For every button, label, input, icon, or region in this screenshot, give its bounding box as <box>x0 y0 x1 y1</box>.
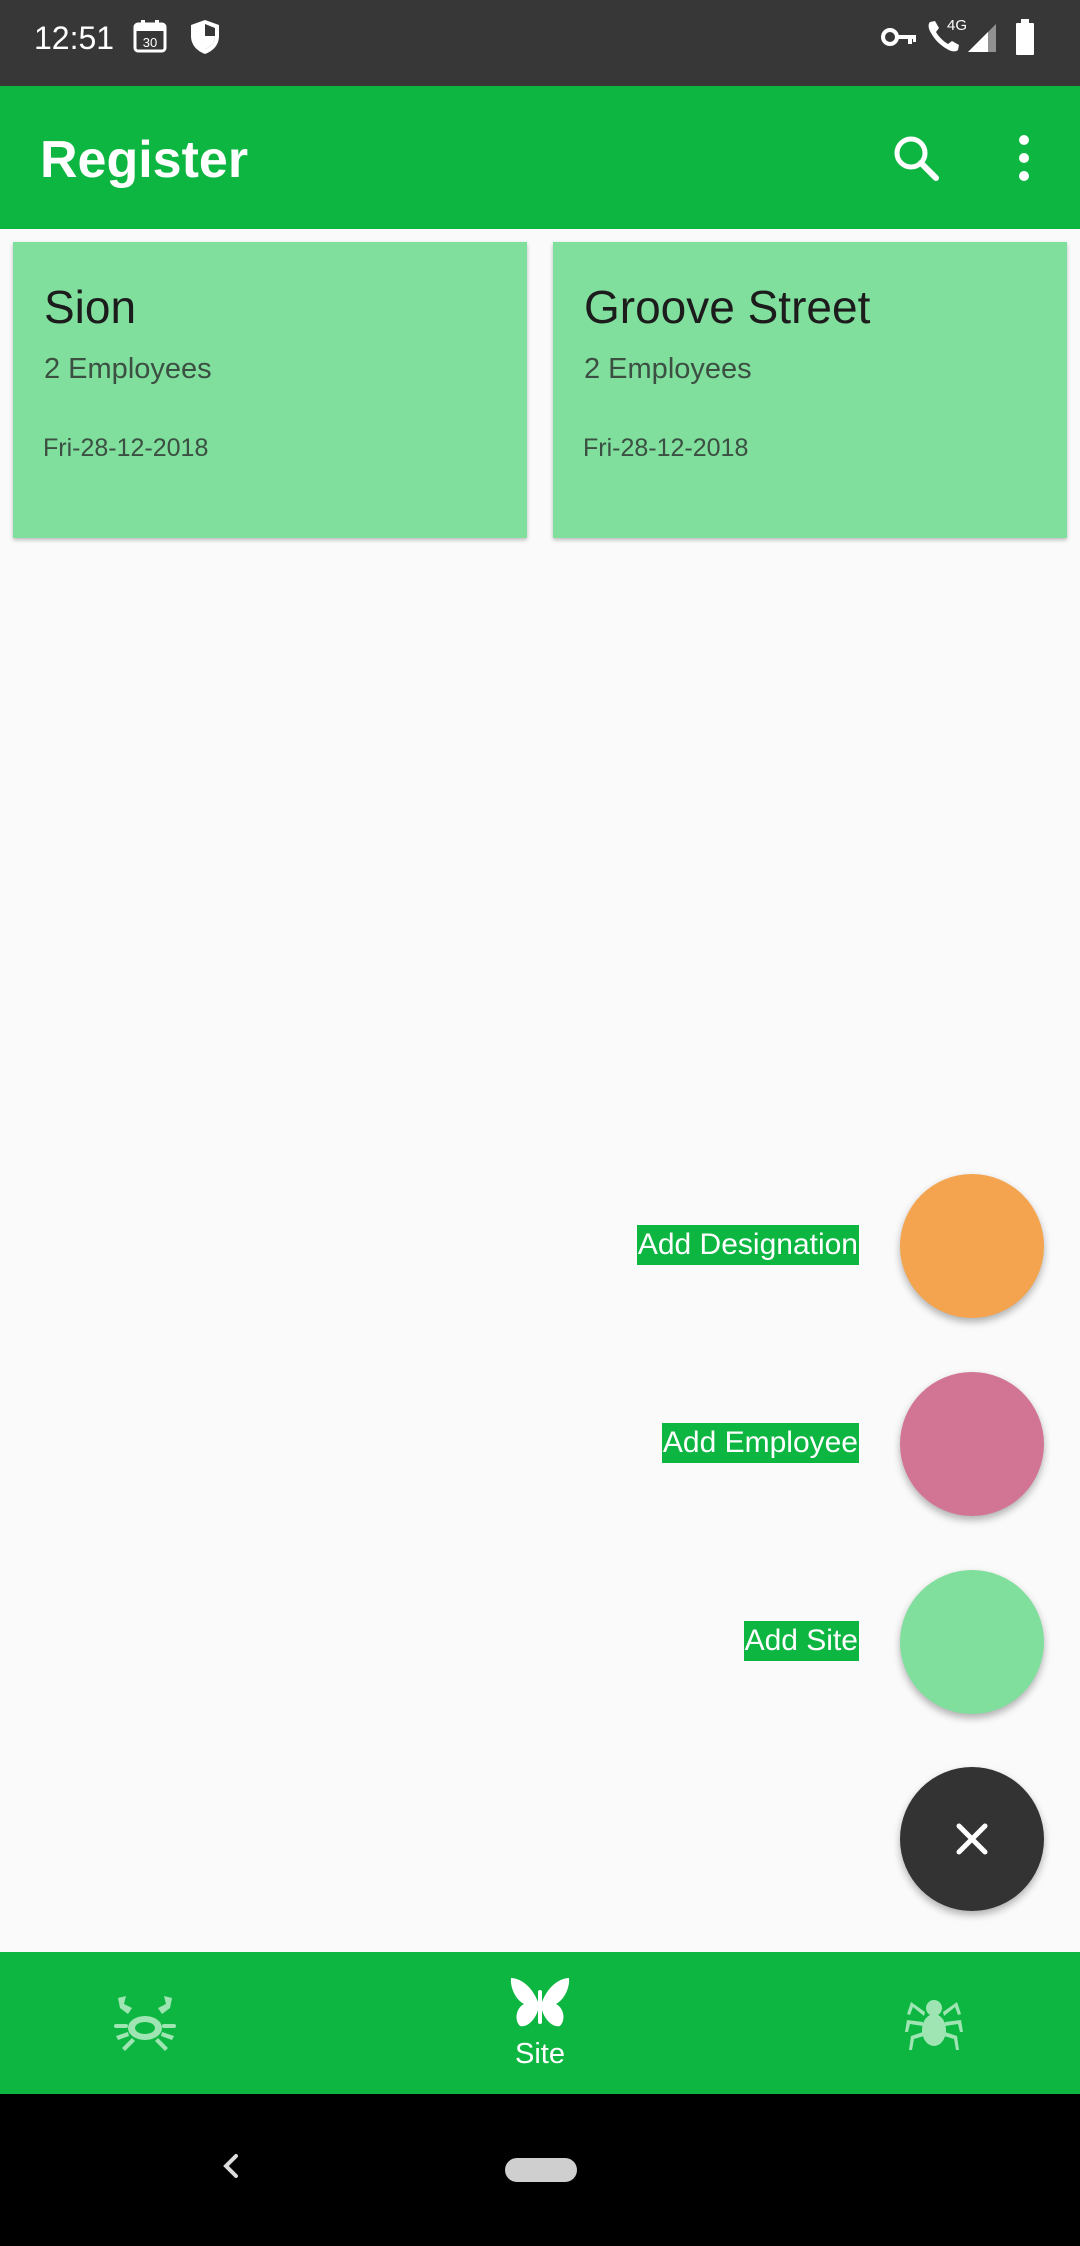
add-designation-label[interactable]: Add Designation <box>636 1225 859 1265</box>
search-icon[interactable] <box>884 126 948 190</box>
page-title: Register <box>40 131 249 189</box>
close-icon <box>956 1823 988 1855</box>
site-name: Sion <box>44 281 137 333</box>
home-pill[interactable] <box>505 2158 577 2182</box>
add-employee-button[interactable] <box>900 1372 1044 1516</box>
nav-item-crab[interactable] <box>45 1952 245 2094</box>
add-employee-label[interactable]: Add Employee <box>661 1423 859 1463</box>
site-employee-count: 2 Employees <box>584 353 752 385</box>
site-date: Fri-28-12-2018 <box>583 434 749 462</box>
site-card[interactable]: Groove Street 2 Employees Fri-28-12-2018 <box>553 242 1067 538</box>
calendar-day: 30 <box>143 35 157 50</box>
site-employee-count: 2 Employees <box>44 353 212 385</box>
battery-icon <box>1014 18 1036 61</box>
butterfly-icon <box>510 1977 570 2026</box>
signal-icon <box>964 22 998 59</box>
bottom-navigation: Site <box>0 1952 1080 2094</box>
add-designation-button[interactable] <box>900 1174 1044 1318</box>
vpn-key-icon <box>880 22 918 57</box>
add-site-label[interactable]: Add Site <box>743 1621 859 1661</box>
site-name: Groove Street <box>584 281 871 333</box>
site-card[interactable]: Sion 2 Employees Fri-28-12-2018 <box>13 242 527 538</box>
close-fab-button[interactable] <box>900 1767 1044 1911</box>
back-icon[interactable] <box>216 2146 246 2191</box>
site-date: Fri-28-12-2018 <box>43 434 209 462</box>
status-bar: 12:51 30 4G <box>0 0 1080 86</box>
shield-icon <box>188 18 222 61</box>
more-vert-icon[interactable] <box>992 126 1056 190</box>
add-site-button[interactable] <box>900 1570 1044 1714</box>
app-bar: Register <box>0 86 1080 229</box>
calendar-icon: 30 <box>132 18 168 59</box>
nav-item-label: Site <box>515 2037 565 2070</box>
status-time: 12:51 <box>34 20 115 56</box>
spider-icon <box>905 2000 963 2050</box>
site-list: Sion 2 Employees Fri-28-12-2018 Groove S… <box>0 229 1080 1952</box>
system-navigation-bar <box>0 2094 1080 2246</box>
crab-icon <box>114 1996 176 2051</box>
nav-item-spider[interactable] <box>834 1952 1034 2094</box>
nav-item-site[interactable]: Site <box>440 1952 640 2094</box>
